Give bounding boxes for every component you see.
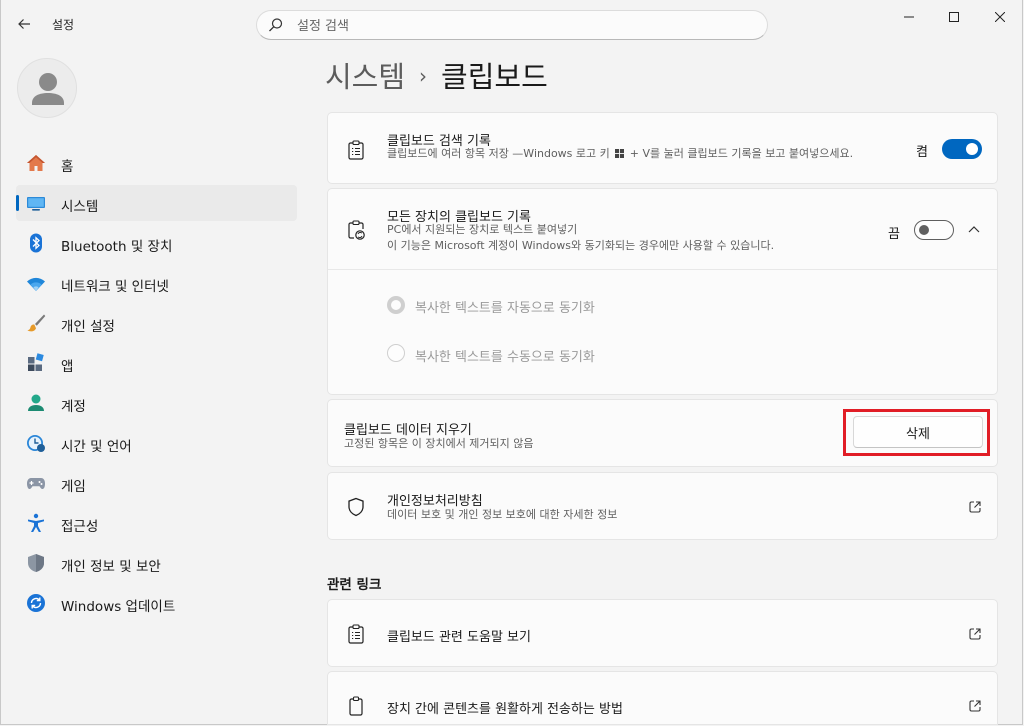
wifi-icon xyxy=(27,277,45,291)
account-icon xyxy=(28,394,44,411)
sidebar-item-accessibility[interactable]: 접근성 xyxy=(16,505,297,541)
maximize-button[interactable] xyxy=(931,0,977,34)
open-external-icon xyxy=(969,628,981,640)
clipboard-history-toggle[interactable] xyxy=(942,139,982,159)
related-link-transfer-label: 장치 간에 콘텐츠를 원활하게 전송하는 방법 xyxy=(387,702,623,717)
clipboard-sync-icon xyxy=(348,220,365,240)
radio-auto-sync[interactable] xyxy=(387,296,405,314)
privacy-card[interactable]: 개인정보처리방침 데이터 보호 및 개인 정보 보호에 대한 자세한 정보 xyxy=(327,472,998,540)
sync-toggle[interactable] xyxy=(914,220,954,240)
page-title: 클립보드 xyxy=(441,60,548,94)
breadcrumb-separator: › xyxy=(419,64,428,88)
shield-outline-icon xyxy=(348,497,364,517)
sidebar-item-bluetooth[interactable]: Bluetooth 및 장치 xyxy=(16,225,297,261)
clipboard-history-description: 클립보드에 여러 항목 저장 —Windows 로고 키 + V를 눌러 클립보… xyxy=(387,147,854,160)
user-avatar-icon xyxy=(32,73,64,105)
sidebar-item-privacy-security[interactable]: 개인 정보 및 보안 xyxy=(16,545,297,581)
related-link-transfer[interactable]: 장치 간에 콘텐츠를 원활하게 전송하는 방법 xyxy=(327,671,998,725)
related-link-help-label: 클립보드 관련 도움말 보기 xyxy=(387,630,531,645)
breadcrumb: 시스템 › 클립보드 xyxy=(325,54,548,96)
sidebar-item-windows-update[interactable]: Windows 업데이트 xyxy=(16,585,297,621)
maximize-icon xyxy=(949,12,959,22)
sync-description-2: 이 기능은 Microsoft 계정이 Windows와 동기화되는 경우에만 … xyxy=(387,239,775,252)
clipboard-icon xyxy=(349,696,363,716)
sidebar-item-apps[interactable]: 앱 xyxy=(16,345,297,381)
highlight-box xyxy=(843,409,990,456)
sidebar-item-home[interactable]: 홈 xyxy=(16,145,297,181)
bluetooth-icon xyxy=(30,233,42,253)
clear-description: 고정된 항목은 이 장치에서 제거되지 않음 xyxy=(344,437,534,450)
title-bar: 설정 xyxy=(0,0,1024,48)
monitor-icon xyxy=(27,197,45,211)
privacy-title: 개인정보처리방침 xyxy=(387,494,483,509)
sync-header-row[interactable]: 모든 장치의 클립보드 기록 PC에서 지원되는 장치로 텍스트 붙여넣기 이 … xyxy=(328,189,997,270)
sync-description-1: PC에서 지원되는 장치로 텍스트 붙여넣기 xyxy=(387,223,578,236)
search-input[interactable] xyxy=(295,15,739,37)
search-box[interactable] xyxy=(256,10,768,40)
accessibility-icon xyxy=(28,513,44,532)
sidebar-item-accounts[interactable]: 계정 xyxy=(16,385,297,421)
sidebar-item-gaming[interactable]: 게임 xyxy=(16,465,297,501)
minimize-icon xyxy=(904,16,914,18)
windows-logo-icon xyxy=(615,149,625,158)
related-links-heading: 관련 링크 xyxy=(327,577,382,593)
home-icon xyxy=(27,155,45,171)
radio-manual-sync[interactable] xyxy=(387,344,405,362)
related-link-help[interactable]: 클립보드 관련 도움말 보기 xyxy=(327,599,998,667)
radio-manual-sync-label: 복사한 텍스트를 수동으로 동기화 xyxy=(415,350,595,365)
clipboard-history-card: 클립보드 검색 기록 클립보드에 여러 항목 저장 —Windows 로고 키 … xyxy=(327,112,998,184)
open-external-icon xyxy=(969,700,981,712)
sidebar-item-personalization[interactable]: 개인 설정 xyxy=(16,305,297,341)
open-external-icon xyxy=(969,501,981,513)
radio-auto-sync-label: 복사한 텍스트를 자동으로 동기화 xyxy=(415,301,595,316)
clipboard-list-icon xyxy=(348,140,364,160)
back-arrow-icon xyxy=(18,19,30,29)
breadcrumb-parent[interactable]: 시스템 xyxy=(325,60,405,94)
sidebar-item-system[interactable]: 시스템 xyxy=(16,185,297,221)
chevron-up-icon[interactable] xyxy=(968,225,980,233)
close-icon xyxy=(995,12,1005,22)
paintbrush-icon xyxy=(27,314,46,332)
gamepad-icon xyxy=(27,478,45,489)
sidebar-item-network[interactable]: 네트워크 및 인터넷 xyxy=(16,265,297,301)
back-button[interactable] xyxy=(10,10,38,38)
avatar[interactable] xyxy=(17,58,77,118)
minimize-button[interactable] xyxy=(886,0,932,34)
apps-icon xyxy=(28,353,44,371)
update-icon xyxy=(27,594,45,612)
sync-state: 끔 xyxy=(888,227,900,242)
search-icon xyxy=(269,18,283,32)
clear-title: 클립보드 데이터 지우기 xyxy=(344,423,472,438)
clock-globe-icon xyxy=(27,435,45,452)
app-title: 설정 xyxy=(52,18,75,32)
close-button[interactable] xyxy=(977,0,1023,34)
sidebar-item-time-language[interactable]: 시간 및 언어 xyxy=(16,425,297,461)
clipboard-list-icon xyxy=(348,624,364,644)
privacy-description: 데이터 보호 및 개인 정보 보호에 대한 자세한 정보 xyxy=(387,508,618,521)
clipboard-history-state: 켬 xyxy=(916,145,928,160)
shield-icon xyxy=(28,554,44,572)
sync-card: 모든 장치의 클립보드 기록 PC에서 지원되는 장치로 텍스트 붙여넣기 이 … xyxy=(327,188,998,395)
